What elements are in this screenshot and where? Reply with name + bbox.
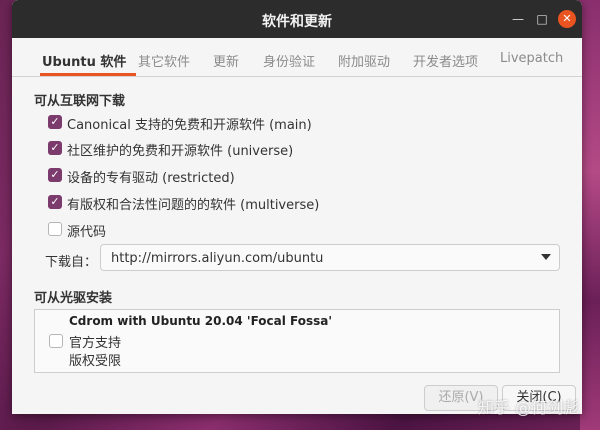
tab-authentication[interactable]: 身份验证 [263,51,315,70]
ubuntu-software-panel: 可从互联网下载 ✓ Canonical 支持的免费和开源软件 (main) ✓ … [12,77,582,414]
tab-additional-drivers[interactable]: 附加驱动 [338,51,390,70]
cdrom-license-line: 版权受限 [69,354,122,369]
tab-livepatch[interactable]: Livepatch [500,51,563,66]
watermark: 知乎 @何剑彪 [478,398,580,417]
option-label: 源代码 [67,225,107,240]
cdrom-section-title: 可从光驱安装 [34,291,113,306]
minimize-button[interactable]: — [509,10,527,28]
internet-section-title: 可从互联网下载 [34,94,126,109]
tab-other-software[interactable]: 其它软件 [138,51,190,70]
option-label: 社区维护的免费和开源软件 (universe) [67,144,294,159]
software-updates-window: 软件和更新 — □ ✕ Ubuntu 软件 其它软件 更新 身份验证 附加驱动 … [12,0,582,414]
option-label: 有版权和合法性问题的的软件 (multiverse) [67,198,320,213]
download-from-label: 下载自： [45,255,98,270]
option-label: Canonical 支持的免费和开源软件 (main) [67,118,312,133]
cdrom-name: Cdrom with Ubuntu 20.04 'Focal Fossa' [69,314,333,328]
tab-bar: Ubuntu 软件 其它软件 更新 身份验证 附加驱动 开发者选项 Livepa… [12,38,582,77]
close-window-button[interactable]: ✕ [558,10,576,28]
tab-ubuntu-software[interactable]: Ubuntu 软件 [42,51,126,70]
option-label: 设备的专有驱动 (restricted) [67,171,235,186]
download-server-dropdown[interactable]: http://mirrors.aliyun.com/ubuntu [100,244,560,271]
maximize-button[interactable]: □ [533,10,551,28]
cdrom-list: Cdrom with Ubuntu 20.04 'Focal Fossa' 官方… [34,309,560,373]
titlebar: 软件和更新 — □ ✕ [12,0,582,38]
checkbox-checked-icon[interactable]: ✓ [48,168,62,182]
window-title: 软件和更新 [262,14,332,30]
chevron-down-icon [541,254,551,260]
tab-updates[interactable]: 更新 [213,51,239,70]
desktop-wallpaper [580,0,600,430]
tab-developer-options[interactable]: 开发者选项 [413,51,478,70]
checkbox-unchecked-icon[interactable] [48,222,62,236]
cdrom-support-line: 官方支持 [69,336,122,351]
cdrom-checkbox[interactable] [49,334,63,348]
active-tab-indicator [40,73,136,76]
download-server-value: http://mirrors.aliyun.com/ubuntu [111,251,324,266]
checkbox-checked-icon[interactable]: ✓ [48,115,62,129]
checkbox-checked-icon[interactable]: ✓ [48,141,62,155]
checkbox-checked-icon[interactable]: ✓ [48,195,62,209]
